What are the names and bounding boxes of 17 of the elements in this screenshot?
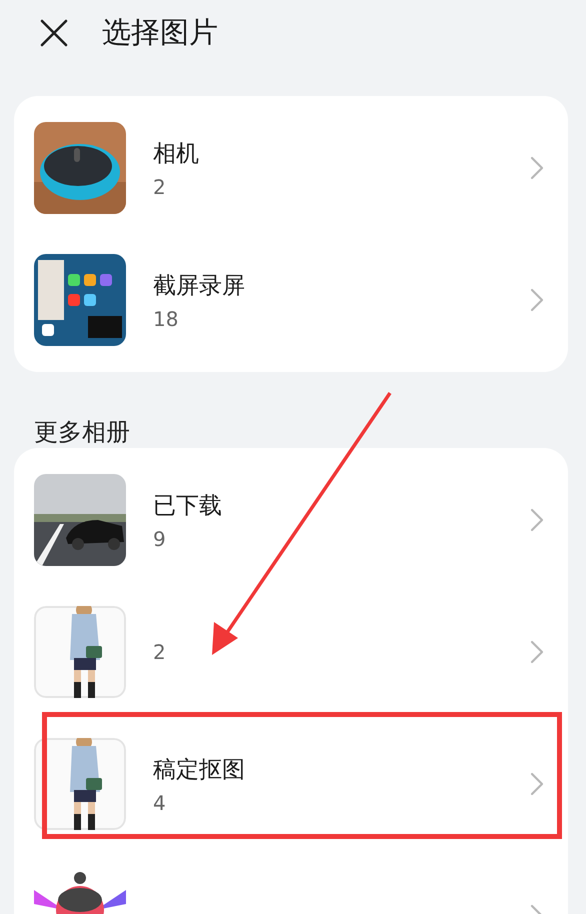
photo-count: 2 (153, 640, 166, 664)
photo-count: 18 (153, 306, 178, 330)
page-title: 选择图片 (102, 14, 218, 51)
photo-count: 2 (153, 174, 166, 198)
album-name: 稿定抠图 (153, 756, 245, 784)
close-icon[interactable] (39, 18, 69, 48)
album-name: 相机 (153, 140, 199, 168)
chevron-right-icon[interactable] (530, 288, 544, 312)
photo-count: 4 (153, 790, 166, 814)
album-name: 已下载 (153, 492, 222, 520)
chevron-right-icon[interactable] (530, 640, 544, 664)
chevron-right-icon[interactable] (530, 156, 544, 180)
album-name: 截屏录屏 (153, 272, 245, 300)
chevron-right-icon[interactable] (530, 772, 544, 796)
chevron-right-icon[interactable] (530, 508, 544, 532)
section-heading: 更多相册 (34, 417, 130, 448)
photo-count: 9 (153, 526, 166, 550)
